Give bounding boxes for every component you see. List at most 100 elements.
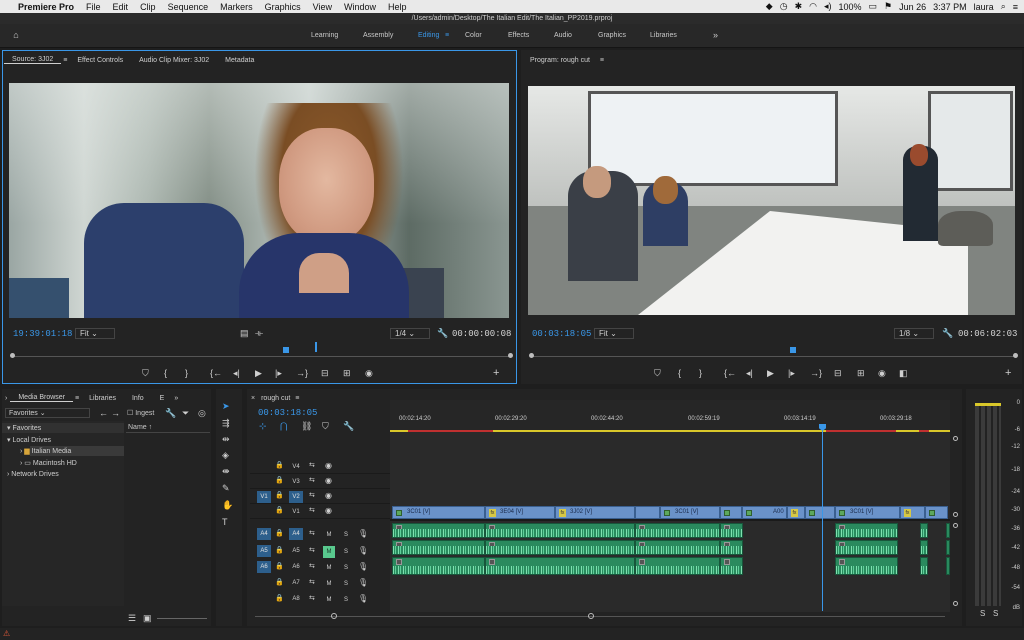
track-label-a6[interactable]: A6 [289,561,303,573]
tree-network-drives[interactable]: › Network Drives [7,471,59,478]
source-button-editor-icon[interactable]: + [493,368,499,379]
menu-sequence[interactable]: Sequence [162,2,215,12]
clip-video-gap[interactable] [720,506,742,519]
program-scrub-bar[interactable] [532,356,1016,357]
solo-a5[interactable]: S [340,546,352,558]
source-step-back-icon[interactable]: ◂| [233,368,240,378]
program-video-frame[interactable] [528,86,1015,315]
clip-audio-a4-2[interactable] [485,523,635,538]
timeline-settings-icon[interactable]: 🔧 [343,421,354,431]
track-label-v3[interactable]: V3 [289,476,303,488]
flag-icon[interactable]: ⚑ [884,1,892,12]
source-overwrite-icon[interactable]: ⊞ [343,368,351,378]
menu-file[interactable]: File [80,2,107,12]
source-drag-video-icon[interactable]: ▤ [240,328,249,338]
workspace-audio[interactable]: Audio [554,32,572,39]
add-marker-icon[interactable]: ⛉ [322,421,329,431]
solo-right-icon[interactable]: S [993,609,998,619]
eye-icon[interactable]: ◉ [325,476,332,486]
microphone-icon[interactable]: 🎙 [358,578,368,588]
tree-local-drives[interactable]: ▾ Local Drives [7,436,51,444]
dropbox-icon[interactable]: ◆ [766,1,773,12]
tab-effect-controls[interactable]: Effect Controls [69,57,131,64]
tab-program[interactable]: Program: rough cut [522,57,598,64]
workspace-overflow[interactable]: » [713,30,718,40]
clip-audio-a5-5[interactable] [835,540,898,555]
audio-scroll-handle-top[interactable] [953,523,958,528]
menubar-time[interactable]: 3:37 PM [933,2,967,12]
program-go-to-in-icon[interactable]: {← [724,368,736,378]
source-play-icon[interactable]: ▶ [255,368,262,378]
sync-lock-icon[interactable]: ⇆ [309,578,315,588]
linked-selection-icon[interactable]: ⛓ [301,421,312,431]
hscroll-handle-left[interactable] [331,613,337,619]
clip-video-e[interactable] [925,506,948,519]
forward-arrow-icon[interactable]: → [111,408,120,418]
menubar-date[interactable]: Jun 26 [899,2,926,12]
program-play-icon[interactable]: ▶ [767,368,774,378]
clip-video-b[interactable] [805,506,835,519]
program-go-to-out-icon[interactable]: →} [810,368,822,378]
track-label-v4[interactable]: V4 [289,461,303,473]
microphone-icon[interactable]: 🎙 [358,562,368,572]
program-step-back-icon[interactable]: ◂| [746,368,753,378]
lock-icon[interactable]: 🔒 [275,529,284,539]
selection-tool-icon[interactable]: ➤ [222,401,230,411]
clip-audio-a5-7[interactable] [946,540,950,555]
clip-video-3c01-c[interactable]: 3C01 [V] [835,506,900,519]
ingest-checkbox[interactable]: ☐ Ingest [127,409,154,417]
clip-audio-a4-4[interactable] [720,523,743,538]
lock-icon[interactable]: 🔒 [275,506,284,516]
source-go-to-in-icon[interactable]: {← [210,368,222,378]
hand-tool-icon[interactable]: ✋ [222,500,233,510]
timeline-timecode[interactable]: 00:03:18:05 [258,408,317,418]
source-mark-in-icon[interactable]: { [164,368,167,378]
clip-audio-a6-2[interactable] [485,557,635,575]
ingest-settings-icon[interactable]: 🔧 [165,408,176,418]
solo-a4[interactable]: S [340,529,352,541]
source-go-to-out-icon[interactable]: →} [296,368,308,378]
program-comparison-view-icon[interactable]: ◧ [899,368,908,378]
clip-audio-a6-5[interactable] [835,557,898,575]
pen-tool-icon[interactable]: ✎ [222,483,230,493]
solo-a8[interactable]: S [340,594,352,606]
lock-icon[interactable]: 🔒 [275,491,284,501]
timeline-tracks-area[interactable] [390,432,950,612]
source-zoom-handle-left[interactable] [10,353,15,358]
clip-audio-a6-4[interactable] [720,557,743,575]
menu-markers[interactable]: Markers [214,2,259,12]
lock-icon[interactable]: 🔒 [275,578,284,588]
clip-video-small[interactable] [635,506,660,519]
sync-lock-icon[interactable]: ⇆ [309,476,315,486]
microphone-icon[interactable]: 🎙 [358,594,368,604]
tab-effects[interactable]: E [152,395,173,402]
source-step-forward-icon[interactable]: |▸ [275,368,282,378]
lock-icon[interactable]: 🔒 [275,476,284,486]
lock-icon[interactable]: 🔒 [275,594,284,604]
program-tab-menu-icon[interactable]: ≡ [598,57,606,64]
program-settings-wrench-icon[interactable]: 🔧 [942,328,953,338]
sync-lock-icon[interactable]: ⇆ [309,562,315,572]
source-scrub-bar[interactable] [12,356,510,357]
lock-icon[interactable]: 🔒 [275,461,284,471]
eye-icon[interactable]: ◉ [325,461,332,471]
tab-source[interactable]: Source: 3J02 [4,56,62,64]
clip-video-3j02[interactable]: fx 3J02 [V] [555,506,635,519]
wifi-icon[interactable]: ◠ [809,1,817,12]
clip-video-3e04[interactable]: fx 3E04 [V] [485,506,555,519]
home-icon[interactable]: ⌂ [10,30,22,40]
clip-audio-a6-7[interactable] [946,557,950,575]
program-button-editor-icon[interactable]: + [1005,368,1011,379]
source-patch-a4[interactable]: A4 [257,528,271,540]
audio-scroll-handle-bottom[interactable] [953,601,958,606]
horizontal-scrollbar[interactable] [255,616,945,617]
clip-audio-a6-3[interactable] [635,557,720,575]
track-label-a7[interactable]: A7 [289,577,303,589]
workspace-effects[interactable]: Effects [508,32,529,39]
mute-a4[interactable]: M [323,529,335,541]
clip-video-a00[interactable]: A00 [742,506,787,519]
program-export-frame-icon[interactable]: ◉ [878,368,886,378]
mute-a7[interactable]: M [323,578,335,590]
media-browser-menu-icon[interactable]: ≡ [73,395,81,402]
source-video-frame[interactable] [9,83,509,318]
